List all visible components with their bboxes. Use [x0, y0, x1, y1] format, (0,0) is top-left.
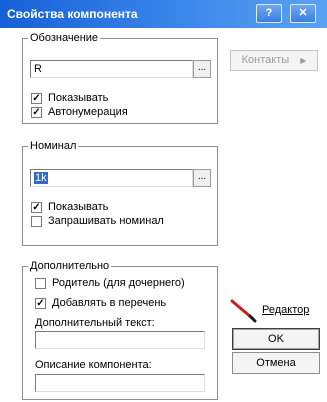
- add-to-list-checkbox[interactable]: ✓: [35, 298, 46, 309]
- close-button[interactable]: ✕: [290, 4, 316, 23]
- designation-input[interactable]: R: [30, 60, 193, 78]
- nominal-group: Номинал 1k ... ✓ Показывать Запрашивать …: [22, 139, 218, 246]
- extra-text-label: Дополнительный текст:: [35, 317, 155, 329]
- cancel-button[interactable]: Отмена: [232, 352, 320, 374]
- designation-show-checkbox-row[interactable]: ✓ Показывать: [31, 92, 108, 105]
- ask-nominal-checkbox-row[interactable]: Запрашивать номинал: [31, 215, 164, 228]
- ok-button[interactable]: OK: [232, 328, 320, 350]
- title-bar[interactable]: Свойства компонента ? ✕: [0, 0, 327, 28]
- pencil-icon: [230, 299, 257, 323]
- autonumbering-label: Автонумерация: [48, 106, 128, 118]
- designation-group-title: Обозначение: [28, 31, 101, 45]
- description-label: Описание компонента:: [35, 359, 152, 371]
- nominal-value: 1k: [34, 172, 48, 184]
- designation-browse-button[interactable]: ...: [193, 60, 211, 78]
- description-input[interactable]: [35, 374, 205, 392]
- parent-label: Родитель (для дочернего): [52, 277, 185, 289]
- contacts-button[interactable]: Контакты ▶: [230, 50, 318, 71]
- add-to-list-label: Добавлять в перечень: [52, 297, 167, 309]
- nominal-group-title: Номинал: [28, 139, 79, 153]
- help-button[interactable]: ?: [256, 4, 282, 23]
- nominal-browse-button[interactable]: ...: [193, 169, 211, 187]
- editor-button[interactable]: Редактор: [228, 292, 322, 328]
- designation-group: Обозначение R ... ✓ Показывать ✓ Автонум…: [22, 31, 218, 124]
- additional-group: Дополнительно Родитель (для дочернего) ✓…: [22, 259, 218, 400]
- nominal-show-checkbox-row[interactable]: ✓ Показывать: [31, 201, 108, 214]
- autonumbering-checkbox[interactable]: ✓: [31, 107, 42, 118]
- autonumbering-checkbox-row[interactable]: ✓ Автонумерация: [31, 106, 128, 119]
- arrow-right-icon: ▶: [300, 56, 307, 65]
- add-to-list-checkbox-row[interactable]: ✓ Добавлять в перечень: [35, 297, 166, 310]
- parent-checkbox-row[interactable]: Родитель (для дочернего): [35, 277, 185, 290]
- contacts-button-label: Контакты: [241, 54, 290, 66]
- component-properties-dialog: Свойства компонента ? ✕ Обозначение R ..…: [0, 0, 327, 402]
- additional-group-title: Дополнительно: [28, 259, 112, 273]
- extra-text-input[interactable]: [35, 331, 205, 349]
- nominal-show-checkbox[interactable]: ✓: [31, 202, 42, 213]
- dialog-body: Обозначение R ... ✓ Показывать ✓ Автонум…: [0, 28, 327, 402]
- designation-value: R: [34, 63, 42, 75]
- parent-checkbox[interactable]: [35, 278, 46, 289]
- ask-nominal-checkbox[interactable]: [31, 216, 42, 227]
- window-title: Свойства компонента: [7, 7, 138, 21]
- designation-show-checkbox[interactable]: ✓: [31, 93, 42, 104]
- nominal-input[interactable]: 1k: [30, 169, 193, 187]
- editor-label: Редактор: [262, 304, 310, 316]
- designation-show-label: Показывать: [48, 92, 109, 104]
- nominal-show-label: Показывать: [48, 201, 109, 213]
- ask-nominal-label: Запрашивать номинал: [48, 215, 164, 227]
